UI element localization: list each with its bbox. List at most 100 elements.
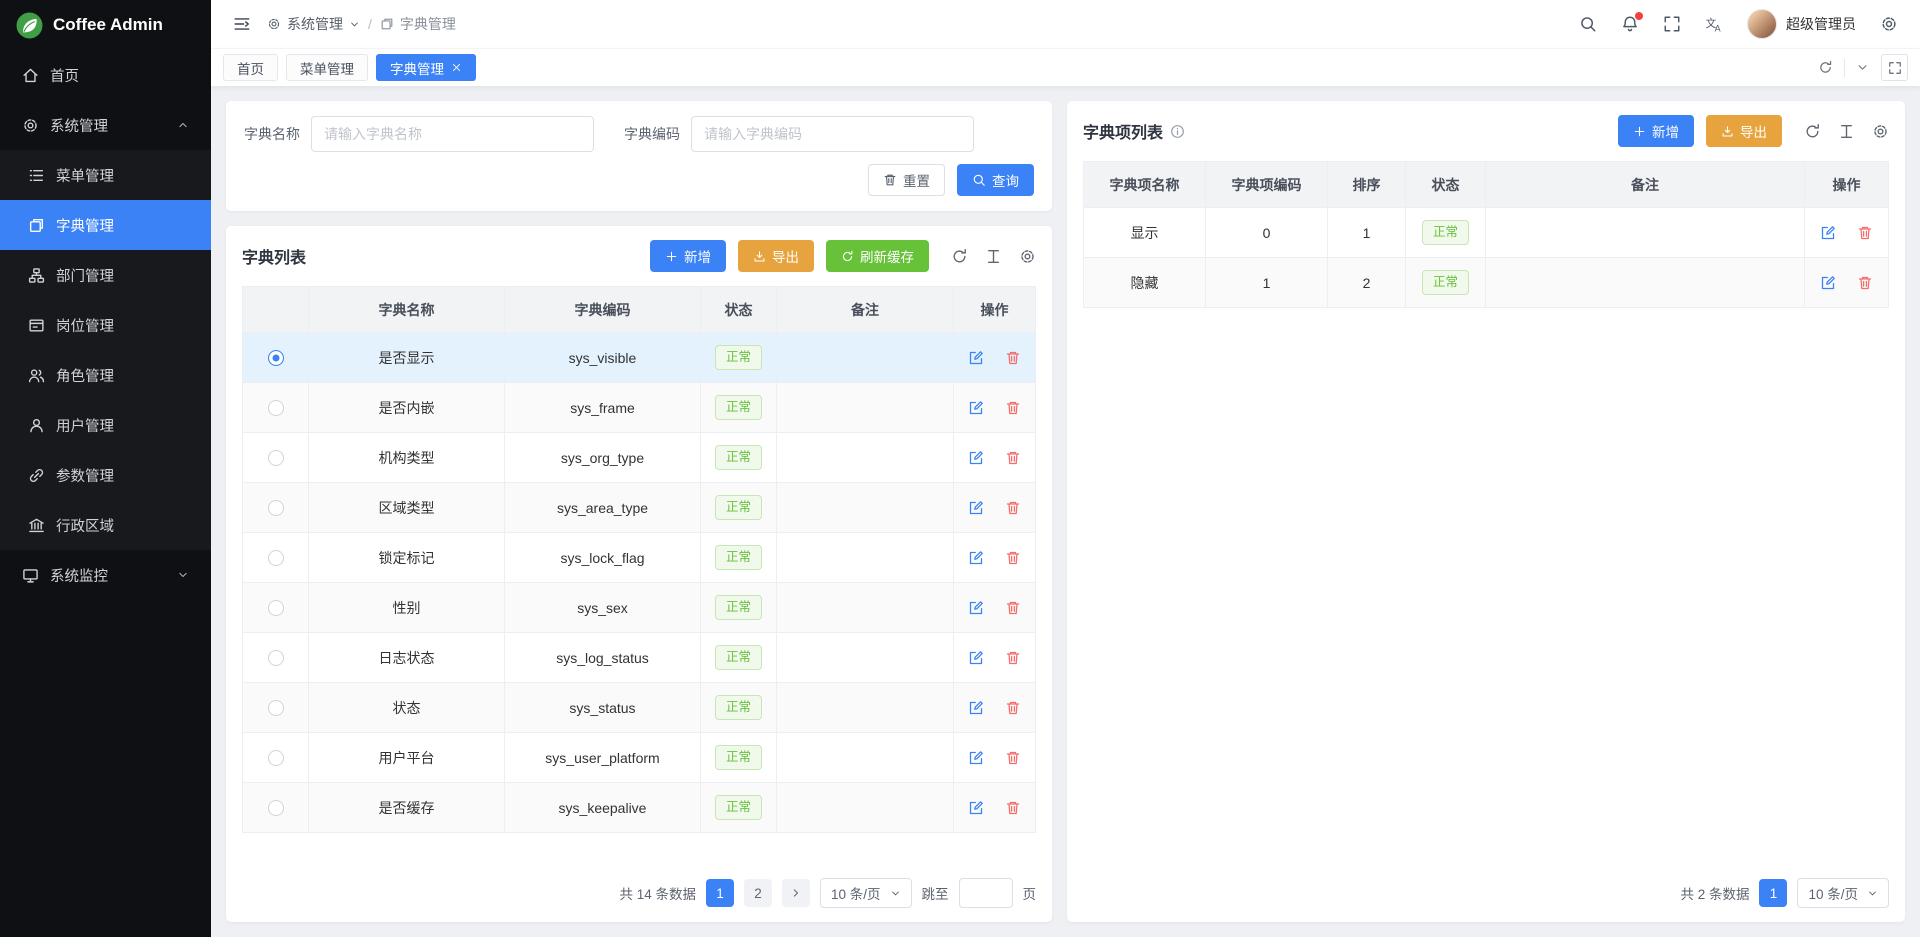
table-row[interactable]: 机构类型 sys_org_type 正常 (243, 433, 1036, 483)
delete-icon[interactable] (1005, 550, 1021, 566)
delete-icon[interactable] (1005, 450, 1021, 466)
translate-icon[interactable] (1705, 15, 1723, 33)
row-radio[interactable] (268, 800, 284, 816)
sidebar-item-home[interactable]: 首页 (0, 50, 211, 100)
status-badge: 正常 (715, 745, 762, 769)
table-row[interactable]: 性别 sys_sex 正常 (243, 583, 1036, 633)
tab-home[interactable]: 首页 (223, 54, 278, 81)
add-dict-button[interactable]: 新增 (650, 240, 726, 272)
table-row[interactable]: 状态 sys_status 正常 (243, 683, 1036, 733)
table-row[interactable]: 锁定标记 sys_lock_flag 正常 (243, 533, 1036, 583)
row-radio[interactable] (268, 750, 284, 766)
delete-icon[interactable] (1005, 700, 1021, 716)
row-radio[interactable] (268, 400, 284, 416)
row-radio[interactable] (268, 650, 284, 666)
tab-menu-management[interactable]: 菜单管理 (286, 54, 368, 81)
add-dict-item-button[interactable]: 新增 (1618, 115, 1694, 147)
edit-icon[interactable] (968, 500, 984, 516)
sidebar-item-post-management[interactable]: 岗位管理 (0, 300, 211, 350)
delete-icon[interactable] (1005, 800, 1021, 816)
table-row[interactable]: 显示 0 1 正常 (1084, 208, 1889, 258)
sidebar-item-role-management[interactable]: 角色管理 (0, 350, 211, 400)
page-1-button[interactable]: 1 (1759, 879, 1787, 907)
table-row[interactable]: 用户平台 sys_user_platform 正常 (243, 733, 1036, 783)
close-icon[interactable] (451, 62, 462, 73)
edit-icon[interactable] (968, 750, 984, 766)
reset-button[interactable]: 重置 (868, 164, 945, 196)
delete-icon[interactable] (1005, 400, 1021, 416)
delete-icon[interactable] (1005, 600, 1021, 616)
export-dict-button[interactable]: 导出 (738, 240, 814, 272)
refresh-cache-button[interactable]: 刷新缓存 (826, 240, 929, 272)
next-page-button[interactable] (782, 879, 810, 907)
status-badge: 正常 (715, 695, 762, 719)
content-fullscreen-button[interactable] (1881, 54, 1908, 81)
table-row[interactable]: 隐藏 1 2 正常 (1084, 258, 1889, 308)
table-row[interactable]: 是否显示 sys_visible 正常 (243, 333, 1036, 383)
query-button[interactable]: 查询 (957, 164, 1034, 196)
jump-to-input[interactable] (959, 878, 1013, 908)
edit-icon[interactable] (968, 350, 984, 366)
row-radio[interactable] (268, 350, 284, 366)
fullscreen-icon[interactable] (1663, 15, 1681, 33)
column-settings-icon[interactable] (1838, 123, 1855, 140)
edit-icon[interactable] (968, 650, 984, 666)
refresh-table-icon[interactable] (1804, 123, 1821, 140)
user-profile[interactable]: 超级管理员 (1747, 9, 1856, 39)
column-settings-icon[interactable] (985, 248, 1002, 265)
delete-icon[interactable] (1005, 500, 1021, 516)
row-radio[interactable] (268, 600, 284, 616)
delete-icon[interactable] (1005, 750, 1021, 766)
table-settings-gear-icon[interactable] (1872, 123, 1889, 140)
page-2-button[interactable]: 2 (744, 879, 772, 907)
settings-gear-icon[interactable] (1880, 15, 1898, 33)
tab-dict-management[interactable]: 字典管理 (376, 54, 476, 81)
edit-icon[interactable] (968, 550, 984, 566)
breadcrumb: 系统管理 / 字典管理 (267, 14, 456, 34)
row-radio[interactable] (268, 550, 284, 566)
delete-icon[interactable] (1005, 650, 1021, 666)
table-settings-gear-icon[interactable] (1019, 248, 1036, 265)
breadcrumb-system[interactable]: 系统管理 (267, 14, 360, 34)
edit-icon[interactable] (968, 700, 984, 716)
edit-icon[interactable] (1820, 275, 1836, 291)
refresh-tab-icon[interactable] (1818, 60, 1833, 75)
download-icon (753, 250, 766, 263)
table-row[interactable]: 是否内嵌 sys_frame 正常 (243, 383, 1036, 433)
table-row[interactable]: 日志状态 sys_log_status 正常 (243, 633, 1036, 683)
info-icon[interactable] (1170, 124, 1185, 139)
tab-options-chevron-icon[interactable] (1856, 61, 1869, 74)
row-radio[interactable] (268, 500, 284, 516)
sidebar-item-system-monitor[interactable]: 系统监控 (0, 550, 211, 600)
page-size-select[interactable]: 10 条/页 (1797, 878, 1889, 908)
search-icon[interactable] (1579, 15, 1597, 33)
sidebar-item-menu-management[interactable]: 菜单管理 (0, 150, 211, 200)
edit-icon[interactable] (1820, 225, 1836, 241)
notification-bell-icon[interactable] (1621, 15, 1639, 33)
export-dict-item-button[interactable]: 导出 (1706, 115, 1782, 147)
sidebar-item-admin-region[interactable]: 行政区域 (0, 500, 211, 550)
edit-icon[interactable] (968, 400, 984, 416)
dict-name-input[interactable] (311, 116, 594, 152)
dict-code-input[interactable] (691, 116, 974, 152)
sidebar-item-param-management[interactable]: 参数管理 (0, 450, 211, 500)
refresh-table-icon[interactable] (951, 248, 968, 265)
delete-icon[interactable] (1857, 275, 1873, 291)
topbar: 系统管理 / 字典管理 超级管理员 (211, 0, 1920, 48)
edit-icon[interactable] (968, 800, 984, 816)
table-row[interactable]: 区域类型 sys_area_type 正常 (243, 483, 1036, 533)
sidebar-item-dept-management[interactable]: 部门管理 (0, 250, 211, 300)
collapse-sidebar-icon[interactable] (233, 15, 251, 33)
sidebar-item-dict-management[interactable]: 字典管理 (0, 200, 211, 250)
table-row[interactable]: 是否缓存 sys_keepalive 正常 (243, 783, 1036, 833)
edit-icon[interactable] (968, 600, 984, 616)
row-radio[interactable] (268, 450, 284, 466)
sidebar-item-system-management[interactable]: 系统管理 (0, 100, 211, 150)
page-size-select[interactable]: 10 条/页 (820, 878, 912, 908)
row-radio[interactable] (268, 700, 284, 716)
delete-icon[interactable] (1857, 225, 1873, 241)
page-1-button[interactable]: 1 (706, 879, 734, 907)
delete-icon[interactable] (1005, 350, 1021, 366)
edit-icon[interactable] (968, 450, 984, 466)
sidebar-item-user-management[interactable]: 用户管理 (0, 400, 211, 450)
